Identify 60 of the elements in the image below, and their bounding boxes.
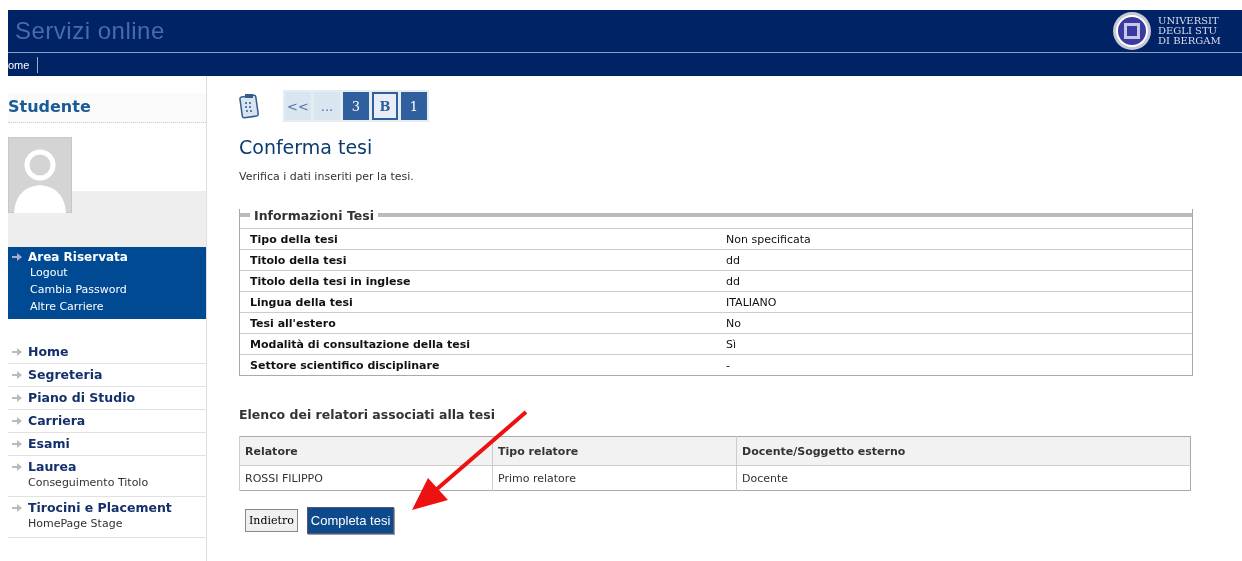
menu-link[interactable]: Carriera (28, 413, 86, 428)
step-button[interactable]: 3 (343, 92, 369, 120)
field-label: Titolo della tesi in inglese (240, 270, 716, 292)
menu-link[interactable]: Altre Carriere (8, 298, 206, 315)
arrow-icon (12, 416, 22, 425)
column-header: Relatore (239, 436, 493, 466)
field-value: dd (716, 249, 1192, 271)
arrow-icon (12, 370, 22, 379)
table-cell: Primo relatore (492, 465, 737, 491)
column-header: Docente/Soggetto esterno (736, 436, 1191, 466)
menu-link[interactable]: Tirocini e Placement (28, 500, 172, 515)
clipboard-icon (239, 93, 259, 119)
step-button[interactable]: ... (314, 92, 340, 120)
field-label: Settore scientifico disciplinare (240, 354, 716, 375)
section-legend: Informazioni Tesi (254, 207, 374, 223)
submenu-link[interactable]: Conseguimento Titolo (8, 474, 206, 492)
arrow-icon (12, 462, 22, 471)
complete-button[interactable]: Completa tesi (306, 507, 395, 534)
seal-icon (1112, 11, 1152, 51)
menu-link[interactable]: Logout (8, 264, 206, 281)
sidebar-heading: Studente (8, 93, 206, 123)
site-title: Servizi online (14, 17, 165, 45)
field-value: Non specificata (716, 228, 1192, 250)
field-label: Tesi all'estero (240, 312, 716, 334)
nav-link[interactable]: ome (8, 57, 39, 73)
menu-link[interactable]: Piano di Studio (28, 390, 135, 405)
page-subtitle: Verifica i dati inseriti per la tesi. (239, 170, 415, 183)
page-title: Conferma tesi (239, 136, 374, 158)
column-header: Tipo relatore (492, 436, 737, 466)
submenu-link[interactable]: HomePage Stage (8, 515, 206, 533)
menu-link[interactable]: Cambia Password (8, 281, 206, 298)
menu-link[interactable]: Home (28, 344, 69, 359)
field-value: dd (716, 270, 1192, 292)
menu-link[interactable]: Area Riservata (28, 250, 128, 264)
table-cell: Docente (736, 465, 1191, 491)
field-value: No (716, 312, 1192, 334)
back-button[interactable]: Indietro (245, 509, 298, 532)
menu-link[interactable]: Esami (28, 436, 70, 451)
section-title: Elenco dei relatori associati alla tesi (239, 407, 496, 422)
step-button[interactable]: << (285, 92, 311, 120)
menu-link[interactable]: Laurea (28, 459, 77, 474)
arrow-icon (12, 503, 22, 512)
field-label: Tipo della tesi (240, 228, 716, 250)
field-value: ITALIANO (716, 291, 1192, 313)
arrow-icon (12, 393, 22, 402)
arrow-icon (12, 439, 22, 448)
field-value: - (716, 354, 1192, 375)
logo-text: DI BERGAM (1158, 36, 1221, 46)
menu-link[interactable]: Segreteria (28, 367, 103, 382)
logo-text: UNIVERSIT (1158, 16, 1220, 26)
step-button[interactable]: B (372, 92, 398, 120)
logo-text: DEGLI STU (1158, 26, 1219, 36)
field-label: Lingua della tesi (240, 291, 716, 313)
arrow-icon (12, 253, 22, 261)
step-button[interactable]: 1 (401, 92, 427, 120)
field-label: Titolo della tesi (240, 249, 716, 271)
avatar-icon (8, 137, 72, 213)
field-label: Modalità di consultazione della tesi (240, 333, 716, 355)
field-value: Sì (716, 333, 1192, 355)
arrow-icon (12, 347, 22, 356)
